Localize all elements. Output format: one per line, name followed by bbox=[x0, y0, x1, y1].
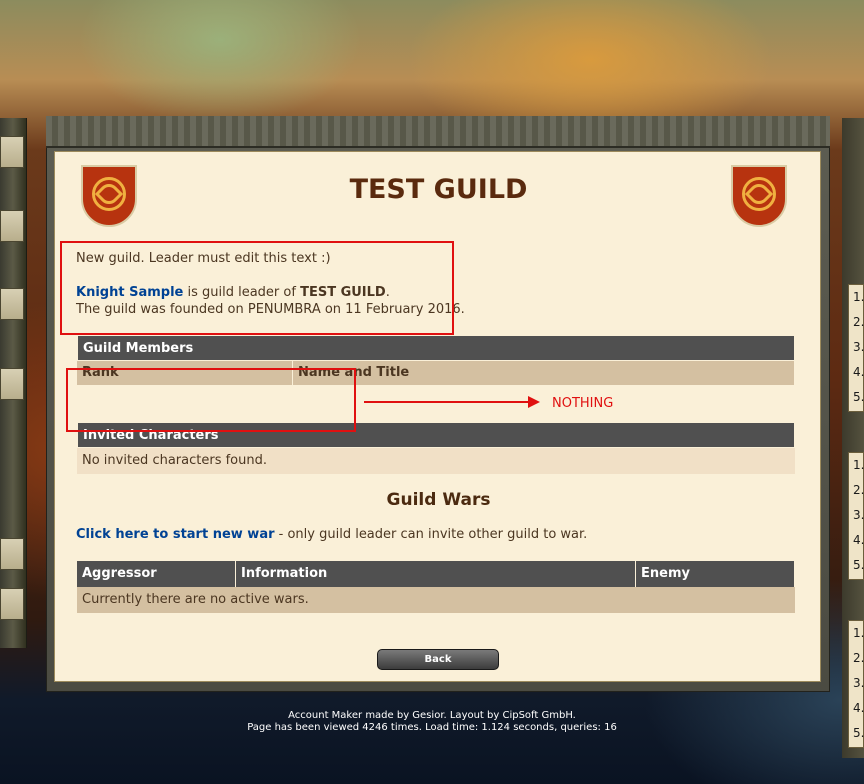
right-list-box: 1. 2. 3. 4. 5. bbox=[848, 284, 864, 412]
right-list-box: 1. 2. 3. 4. 5. bbox=[848, 452, 864, 580]
left-sidebar-tab[interactable] bbox=[0, 538, 24, 570]
right-list-item: 2. bbox=[853, 483, 864, 497]
right-list-item: 4. bbox=[853, 365, 864, 379]
right-list-item: 2. bbox=[853, 315, 864, 329]
start-new-war-link[interactable]: Click here to start new war bbox=[76, 527, 275, 542]
start-war-line: Click here to start new war - only guild… bbox=[76, 527, 587, 542]
right-list-item: 4. bbox=[853, 533, 864, 547]
right-list-item: 1. bbox=[853, 458, 864, 472]
wars-empty-message: Currently there are no active wars. bbox=[77, 587, 795, 613]
page-title: TEST GUILD bbox=[349, 174, 528, 205]
right-list-item: 5. bbox=[853, 558, 864, 572]
annotation-arrow-head-icon bbox=[528, 396, 540, 408]
right-list-item: 3. bbox=[853, 676, 864, 690]
right-list-item: 5. bbox=[853, 390, 864, 404]
footer-stats: Page has been viewed 4246 times. Load ti… bbox=[247, 722, 617, 733]
left-sidebar-tab[interactable] bbox=[0, 368, 24, 400]
column-enemy: Enemy bbox=[636, 561, 795, 587]
left-sidebar-tab[interactable] bbox=[0, 588, 24, 620]
start-war-note: - only guild leader can invite other gui… bbox=[274, 527, 588, 542]
back-button[interactable]: Back bbox=[377, 649, 499, 670]
content-frame-top-border bbox=[46, 116, 830, 148]
right-list-item: 1. bbox=[853, 290, 864, 304]
guild-wars-heading: Guild Wars bbox=[386, 490, 491, 510]
column-information: Information bbox=[236, 561, 636, 587]
guild-wars-table: Aggressor Information Enemy Currently th… bbox=[77, 561, 795, 613]
annotation-label: NOTHING bbox=[552, 396, 614, 411]
left-sidebar-tab[interactable] bbox=[0, 288, 24, 320]
guild-wars-columns: Aggressor Information Enemy bbox=[77, 561, 795, 587]
annotation-arrow bbox=[364, 401, 534, 403]
right-list-item: 3. bbox=[853, 508, 864, 522]
right-list-item: 1. bbox=[853, 626, 864, 640]
left-sidebar bbox=[0, 118, 27, 648]
left-sidebar-tab[interactable] bbox=[0, 136, 24, 168]
right-list-item: 3. bbox=[853, 340, 864, 354]
column-name-title: Name and Title bbox=[293, 361, 795, 385]
invited-empty-message: No invited characters found. bbox=[77, 448, 795, 474]
annotation-box-members bbox=[66, 368, 356, 432]
footer-credits: Account Maker made by Gesior. Layout by … bbox=[288, 710, 576, 721]
column-aggressor: Aggressor bbox=[77, 561, 236, 587]
annotation-box-description bbox=[60, 241, 454, 335]
guild-members-header: Guild Members bbox=[77, 335, 795, 361]
left-sidebar-tab[interactable] bbox=[0, 210, 24, 242]
right-list-item: 2. bbox=[853, 651, 864, 665]
